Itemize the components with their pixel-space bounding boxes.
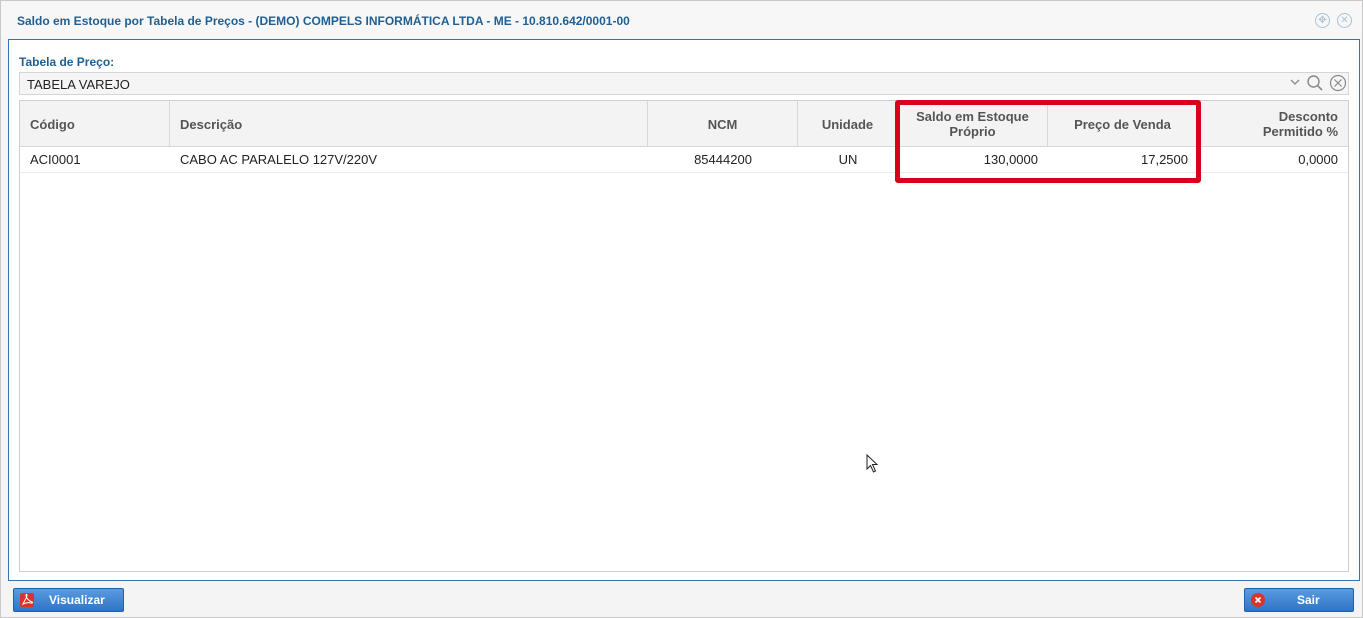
sair-button[interactable]: Sair (1244, 588, 1354, 612)
title-bar[interactable]: Saldo em Estoque por Tabela de Preços - … (1, 1, 1362, 39)
sair-label: Sair (1297, 593, 1320, 607)
col-header-ncm[interactable]: NCM (648, 101, 798, 147)
search-icon[interactable] (1306, 74, 1324, 95)
table-row[interactable]: ACI0001 CABO AC PARALELO 127V/220V 85444… (20, 147, 1348, 173)
window-title: Saldo em Estoque por Tabela de Preços - … (17, 14, 630, 28)
col-header-desconto[interactable]: Desconto Permitido % (1198, 101, 1348, 147)
price-table-value: TABELA VAREJO (27, 77, 130, 92)
cell-descricao: CABO AC PARALELO 127V/220V (180, 152, 378, 167)
exit-icon (1251, 593, 1265, 607)
chevron-down-icon[interactable] (1289, 76, 1301, 91)
cell-preco: 17,2500 (1141, 152, 1188, 167)
cell-codigo: ACI0001 (30, 152, 81, 167)
visualizar-button[interactable]: Visualizar (13, 588, 124, 612)
move-icon[interactable]: ✥ (1315, 13, 1330, 28)
col-header-saldo[interactable]: Saldo em Estoque Próprio (898, 101, 1048, 147)
cell-ncm: 85444200 (694, 152, 752, 167)
col-header-preco[interactable]: Preço de Venda (1048, 101, 1198, 147)
cell-unidade: UN (838, 152, 858, 167)
col-header-descricao[interactable]: Descrição (170, 101, 648, 147)
cell-saldo: 130,0000 (983, 152, 1038, 167)
col-header-unidade[interactable]: Unidade (798, 101, 898, 147)
grid-header: Código Descrição NCM Unidade Saldo em Es… (20, 101, 1348, 147)
dialog-window: Saldo em Estoque por Tabela de Preços - … (0, 0, 1363, 618)
main-panel: Tabela de Preço: TABELA VAREJO Código De… (8, 39, 1360, 581)
visualizar-label: Visualizar (49, 593, 105, 607)
close-circle-icon[interactable]: ✕ (1337, 13, 1352, 28)
price-table-select[interactable]: TABELA VAREJO (19, 72, 1349, 95)
clear-icon[interactable] (1329, 74, 1347, 95)
stock-grid: Código Descrição NCM Unidade Saldo em Es… (19, 100, 1349, 572)
price-table-label: Tabela de Preço: (19, 55, 115, 69)
pdf-icon (20, 593, 34, 607)
col-header-codigo[interactable]: Código (20, 101, 170, 147)
mouse-pointer-icon (866, 454, 879, 473)
cell-desconto: 0,0000 (1298, 152, 1338, 167)
